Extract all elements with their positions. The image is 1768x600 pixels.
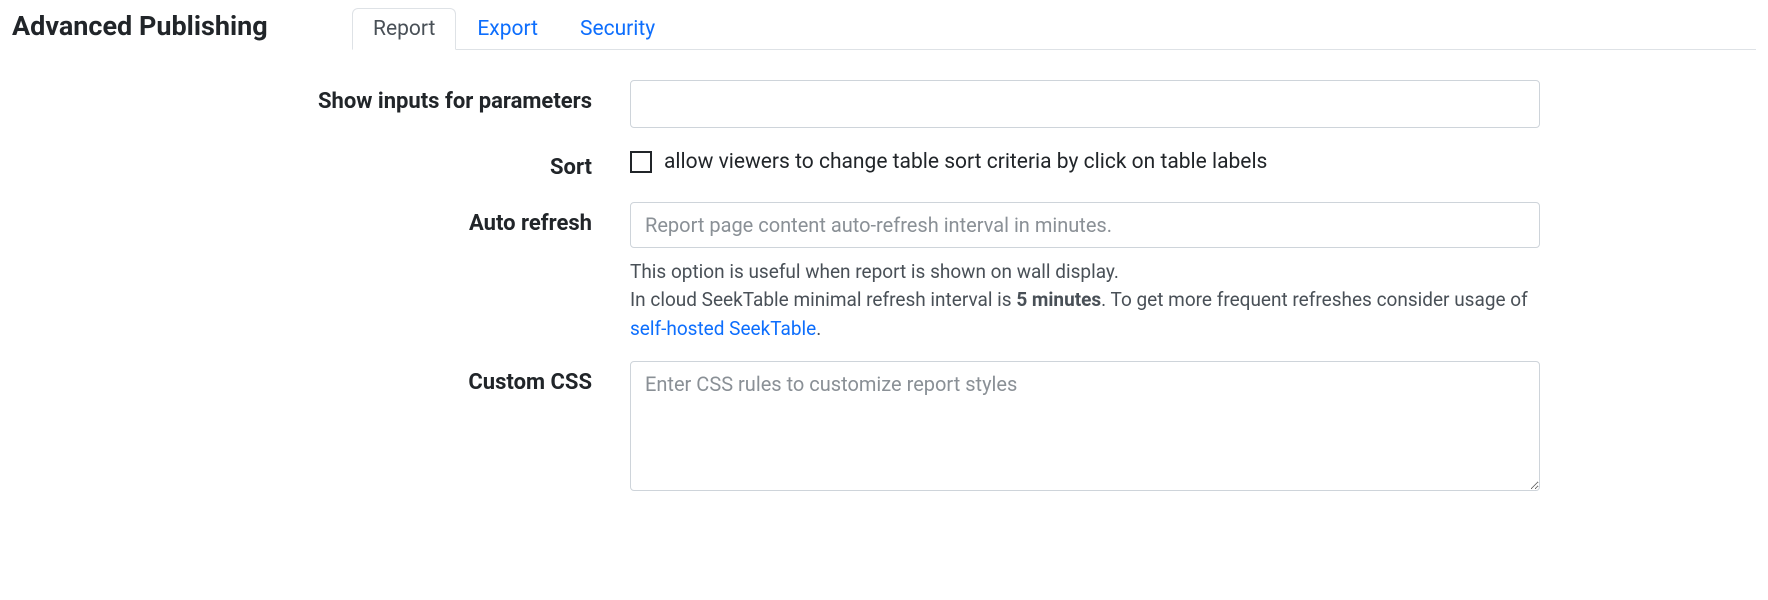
tab-security[interactable]: Security: [559, 8, 676, 50]
show-inputs-label: Show inputs for parameters: [12, 80, 630, 128]
tab-bar: Report Export Security: [352, 8, 1756, 50]
section-title: Advanced Publishing: [12, 10, 352, 50]
auto-refresh-input[interactable]: [630, 202, 1540, 248]
show-inputs-input[interactable]: [630, 80, 1540, 128]
tab-export[interactable]: Export: [456, 8, 559, 50]
auto-refresh-help: This option is useful when report is sho…: [630, 258, 1540, 344]
sort-label: Sort: [12, 146, 630, 184]
sort-checkbox-label[interactable]: allow viewers to change table sort crite…: [664, 150, 1267, 174]
custom-css-textarea[interactable]: [630, 361, 1540, 491]
sort-checkbox[interactable]: [630, 151, 652, 173]
tab-report[interactable]: Report: [352, 8, 456, 50]
custom-css-label: Custom CSS: [12, 361, 630, 496]
auto-refresh-label: Auto refresh: [12, 202, 630, 344]
self-hosted-link[interactable]: self-hosted SeekTable: [630, 317, 816, 340]
